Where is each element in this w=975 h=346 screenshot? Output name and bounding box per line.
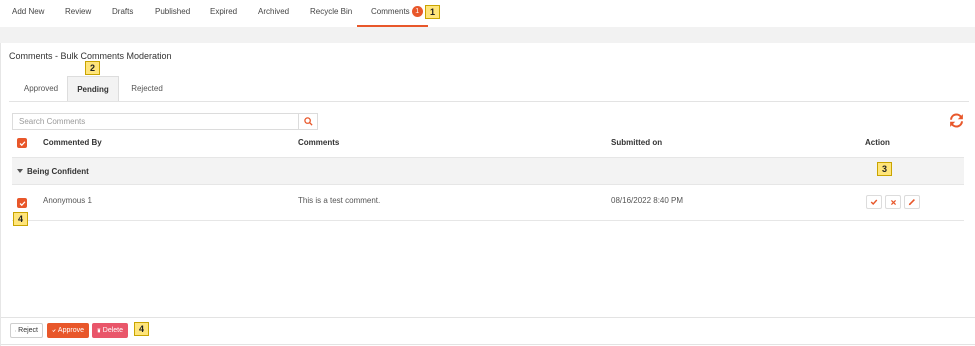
comments-count-badge: 1 [411, 6, 423, 18]
nav-item-comments[interactable]: Comments 1 [357, 0, 428, 27]
top-nav: Add New Review Drafts Published Expired … [0, 0, 975, 27]
check-icon [19, 200, 25, 206]
callout-3: 3 [877, 162, 892, 176]
trash-icon [97, 328, 101, 333]
cell-comment: This is a test comment. [298, 196, 381, 205]
nav-item-review[interactable]: Review [65, 0, 91, 27]
tab-rejected[interactable]: Rejected [124, 76, 170, 102]
callout-2: 2 [85, 61, 100, 75]
header-action: Action [865, 138, 890, 147]
check-icon [19, 140, 25, 146]
check-icon [52, 329, 56, 333]
search-button[interactable] [298, 114, 317, 129]
search-box [12, 113, 318, 130]
row-checkbox[interactable] [17, 198, 27, 208]
footer-divider [1, 317, 975, 318]
nav-item-archived[interactable]: Archived [258, 0, 289, 27]
callout-4-footer: 4 [134, 322, 149, 336]
cell-commented-by: Anonymous 1 [43, 196, 92, 205]
delete-button[interactable]: Delete [92, 323, 128, 338]
approve-button[interactable]: Approve [47, 323, 89, 338]
tabs-divider [9, 101, 969, 102]
header-submitted-on[interactable]: Submitted on [611, 138, 662, 147]
callout-4-row: 4 [13, 212, 28, 226]
search-input[interactable] [13, 114, 299, 129]
close-icon [890, 199, 896, 205]
close-icon [15, 330, 17, 331]
caret-down-icon[interactable] [17, 169, 23, 173]
tab-pending[interactable]: Pending [67, 76, 119, 102]
nav-item-comments-label: Comments [371, 7, 410, 16]
reject-row-button[interactable] [885, 195, 901, 209]
group-label: Being Confident [27, 167, 89, 176]
header-comments[interactable]: Comments [298, 138, 339, 147]
table-row [12, 185, 964, 221]
group-row: Being Confident [12, 157, 964, 185]
page-title: Comments - Bulk Comments Moderation [9, 51, 172, 61]
pencil-icon [908, 199, 915, 206]
header-band [0, 27, 975, 43]
nav-item-published[interactable]: Published [155, 0, 190, 27]
approve-button-label: Approve [57, 327, 84, 334]
check-icon [870, 199, 878, 206]
callout-1: 1 [425, 5, 440, 19]
approve-row-button[interactable] [866, 195, 882, 209]
reject-button-label: Reject [18, 327, 38, 334]
nav-item-recycle-bin[interactable]: Recycle Bin [310, 0, 352, 27]
search-icon [303, 117, 313, 126]
tab-approved[interactable]: Approved [17, 76, 65, 102]
nav-item-expired[interactable]: Expired [210, 0, 237, 27]
nav-item-add-new[interactable]: Add New [12, 0, 44, 27]
edit-row-button[interactable] [904, 195, 920, 209]
header-commented-by[interactable]: Commented By [43, 138, 102, 147]
refresh-icon[interactable] [948, 112, 965, 129]
nav-item-drafts[interactable]: Drafts [112, 0, 133, 27]
select-all-checkbox[interactable] [17, 138, 27, 148]
delete-button-label: Delete [102, 327, 123, 334]
footer-bottom-border [1, 344, 975, 345]
cell-submitted-on: 08/16/2022 8:40 PM [611, 196, 684, 205]
reject-button[interactable]: Reject [10, 323, 43, 338]
